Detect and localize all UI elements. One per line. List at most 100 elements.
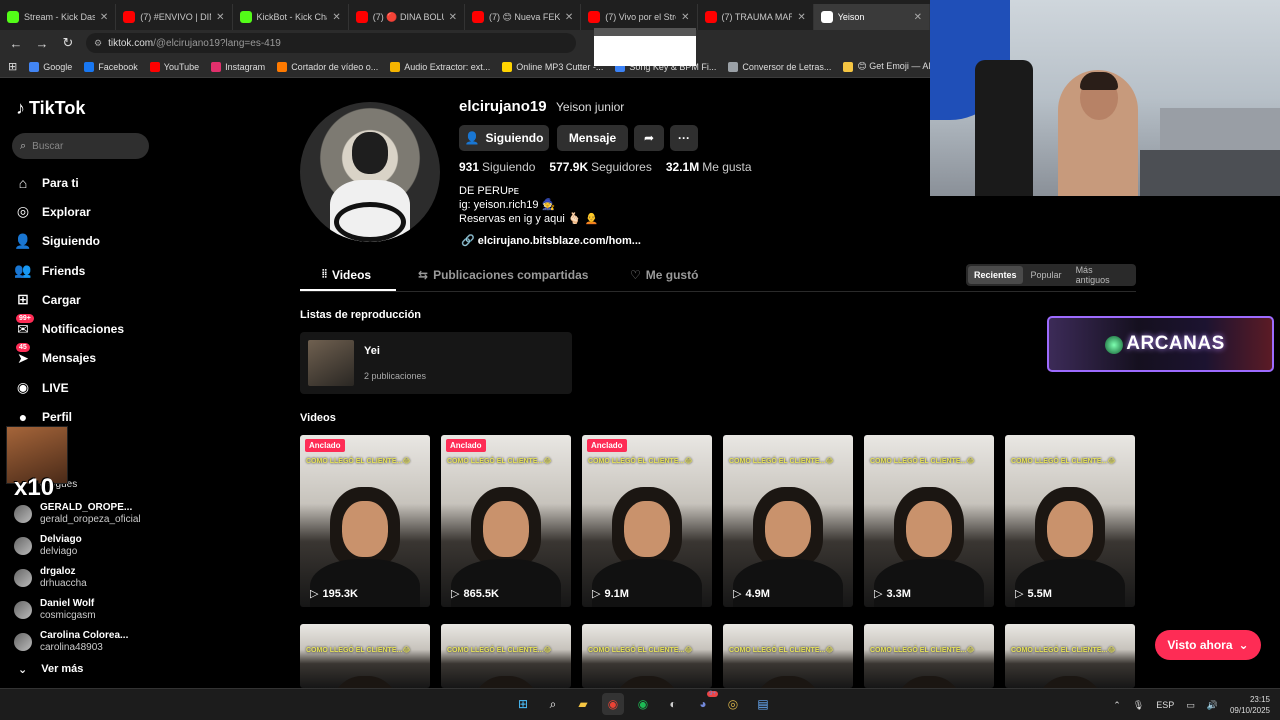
discord-icon[interactable]: ◕ 9+	[692, 691, 718, 715]
reload-icon[interactable]: ↻	[60, 35, 76, 51]
share-button[interactable]: ➦	[634, 125, 664, 151]
followed-account[interactable]: drgaloz drhuaccha	[14, 562, 164, 594]
nav-item-mensajes[interactable]: ➤ 45 Mensajes	[14, 342, 164, 373]
visto-ahora-button[interactable]: Visto ahora ⌄	[1155, 630, 1261, 660]
obs-icon[interactable]: ◐	[662, 693, 684, 715]
followed-account[interactable]: Delviago delviago	[14, 530, 164, 562]
video-card[interactable]: COMO LLEGÓ EL CLIENTE...😂	[723, 624, 853, 688]
taskbar-apps: ⊞ ⌕ ▰ ◉ ◉ ◐ ◕ 9+ ◎ ▤	[512, 691, 774, 715]
back-icon[interactable]: ←	[8, 36, 24, 51]
see-more-button[interactable]: ⌄ Ver más	[18, 663, 83, 676]
close-tab-icon[interactable]: ✕	[565, 12, 573, 23]
bookmark-item[interactable]: Instagram	[211, 61, 265, 72]
playlist-card[interactable]: Yei 2 publicaciones	[300, 332, 572, 394]
bookmark-item[interactable]: Conversor de Letras...	[728, 61, 831, 72]
tiktok-note-icon: ♪	[16, 98, 25, 118]
nav-item-explorar[interactable]: ◎ Explorar	[14, 197, 164, 226]
video-card[interactable]: COMO LLEGÓ EL CLIENTE...😂 Anclado ▷ 865.5K	[441, 435, 571, 607]
browser-tab[interactable]: Yeison ✕	[813, 4, 930, 30]
site-info-icon[interactable]: ⚙	[94, 38, 102, 49]
video-card[interactable]: COMO LLEGÓ EL CLIENTE...😂	[582, 624, 712, 688]
video-card[interactable]: COMO LLEGÓ EL CLIENTE...😂 ▷ 4.9M	[723, 435, 853, 607]
search-icon[interactable]: ⌕	[542, 693, 564, 715]
tab-reposts[interactable]: ⇆ Publicaciones compartidas	[418, 268, 588, 282]
nav-item-cargar[interactable]: ⊞ Cargar	[14, 285, 164, 314]
system-tray: ⌃ 🎙 ESP ▭ 🔊 23:15 09/10/2025	[1113, 689, 1270, 720]
bookmark-item[interactable]: Audio Extractor: ext...	[390, 61, 490, 72]
network-icon[interactable]: ▭	[1186, 700, 1195, 711]
video-card[interactable]: COMO LLEGÓ EL CLIENTE...😂	[864, 624, 994, 688]
spotify-icon[interactable]: ◉	[632, 693, 654, 715]
sort-option[interactable]: Popular	[1025, 266, 1068, 284]
bookmark-item[interactable]: Facebook	[84, 61, 138, 72]
browser-tab[interactable]: (7) TRAUMA MARGIN ✕	[698, 4, 814, 30]
bookmark-label: Cortador de vídeo o...	[291, 61, 379, 72]
browser-tab[interactable]: Stream - Kick Dashb ✕	[0, 4, 117, 30]
video-card[interactable]: COMO LLEGÓ EL CLIENTE...😂 Anclado ▷ 9.1M	[582, 435, 712, 607]
microphone-icon[interactable]: 🎙	[1133, 700, 1144, 711]
url-field[interactable]: ⚙ tiktok.com/@elcirujano19?lang=es-419	[86, 33, 576, 53]
forward-icon[interactable]: →	[34, 36, 50, 51]
windows-start-icon[interactable]: ⊞	[512, 693, 534, 715]
nav-item-friends[interactable]: 👥 Friends	[14, 256, 164, 285]
more-options-button[interactable]: ···	[670, 125, 698, 151]
volume-icon[interactable]: 🔊	[1207, 700, 1218, 711]
close-tab-icon[interactable]: ✕	[797, 12, 805, 23]
nav-item-para-ti[interactable]: ⌂ Para ti	[14, 168, 164, 197]
video-card[interactable]: COMO LLEGÓ EL CLIENTE...😂 Anclado ▷ 195.3K	[300, 435, 430, 607]
search-input[interactable]: ⌕ Buscar	[12, 133, 149, 159]
bookmark-item[interactable]: Online MP3 Cutter -...	[502, 61, 603, 72]
message-button[interactable]: Mensaje	[557, 125, 628, 151]
browser-tab[interactable]: (7) Vivo por el Stream ✕	[581, 4, 698, 30]
video-thumb-hair	[1035, 676, 1105, 688]
browser-tab[interactable]: (7) 😊 Nueva FEKA M ✕	[465, 4, 582, 30]
nav-item-live[interactable]: ◉ LIVE	[14, 373, 164, 402]
close-tab-icon[interactable]: ✕	[449, 12, 457, 23]
clock[interactable]: 23:15 09/10/2025	[1230, 694, 1270, 716]
video-card[interactable]: COMO LLEGÓ EL CLIENTE...😂	[441, 624, 571, 688]
chevron-up-icon[interactable]: ⌃	[1113, 700, 1121, 711]
video-card[interactable]: COMO LLEGÓ EL CLIENTE...😂 ▷ 3.3M	[864, 435, 994, 607]
sort-option[interactable]: Recientes	[968, 266, 1023, 284]
tab-liked[interactable]: ♡ Me gustó	[630, 268, 698, 282]
profile-avatar[interactable]	[300, 102, 440, 242]
tab-videos[interactable]: ⦙⦙ Videos	[322, 268, 371, 282]
tiktok-logo[interactable]: ♪ TikTok	[16, 98, 85, 119]
bookmark-item[interactable]: 😊 Get Emoji — All...	[843, 61, 930, 72]
followed-account[interactable]: Carolina Colorea... carolina48903	[14, 626, 164, 658]
close-tab-icon[interactable]: ✕	[216, 12, 224, 23]
language-indicator[interactable]: ESP	[1156, 700, 1174, 710]
nav-item-siguiendo[interactable]: 👤 Siguiendo	[14, 227, 164, 256]
bookmark-favicon-icon	[843, 61, 854, 72]
followers-stat[interactable]: 577.9K Seguidores	[549, 160, 651, 174]
tab-title: KickBot - Kick Chatb	[256, 12, 328, 22]
sort-option[interactable]: Más antiguos	[1070, 261, 1134, 289]
bookmark-favicon-icon	[502, 61, 513, 72]
close-tab-icon[interactable]: ✕	[332, 12, 340, 23]
nav-item-notificaciones[interactable]: ✉ 99+ Notificaciones	[14, 313, 164, 343]
followed-account[interactable]: GERALD_OROPE... gerald_oropeza_oficial	[14, 498, 164, 530]
bookmark-item[interactable]: Google	[29, 61, 72, 72]
account-handle: drhuaccha	[40, 578, 87, 589]
followed-account[interactable]: Daniel Wolf cosmicgasm	[14, 594, 164, 626]
following-button[interactable]: 👤 Siguiendo	[459, 125, 549, 151]
video-card[interactable]: COMO LLEGÓ EL CLIENTE...😂	[1005, 624, 1135, 688]
profile-link[interactable]: 🔗 elcirujano.bitsblaze.com/hom...	[461, 234, 641, 247]
notepad-icon[interactable]: ▤	[752, 693, 774, 715]
chrome-icon[interactable]: ◉	[602, 693, 624, 715]
bookmark-item[interactable]: YouTube	[149, 61, 199, 72]
browser-tab[interactable]: (7) #ENVIVO | DIN ✕	[116, 4, 233, 30]
apps-grid-icon[interactable]: ⊞	[8, 60, 17, 73]
video-card[interactable]: COMO LLEGÓ EL CLIENTE...😂 ▷ 5.5M	[1005, 435, 1135, 607]
profile-stats: 931 Siguiendo 577.9K Seguidores 32.1M Me gu…	[459, 160, 752, 174]
bookmark-item[interactable]: Cortador de vídeo o...	[277, 61, 379, 72]
close-tab-icon[interactable]: ✕	[100, 12, 108, 23]
app-icon[interactable]: ◎	[722, 693, 744, 715]
close-tab-icon[interactable]: ✕	[914, 12, 922, 23]
close-tab-icon[interactable]: ✕	[681, 12, 689, 23]
browser-tab[interactable]: (7) 🔴 DINA BOLUAR ✕	[349, 4, 465, 30]
video-card[interactable]: COMO LLEGÓ EL CLIENTE...😂	[300, 624, 430, 688]
following-stat[interactable]: 931 Siguiendo	[459, 160, 535, 174]
file-explorer-icon[interactable]: ▰	[572, 693, 594, 715]
browser-tab[interactable]: KickBot - Kick Chatb ✕	[233, 4, 349, 30]
